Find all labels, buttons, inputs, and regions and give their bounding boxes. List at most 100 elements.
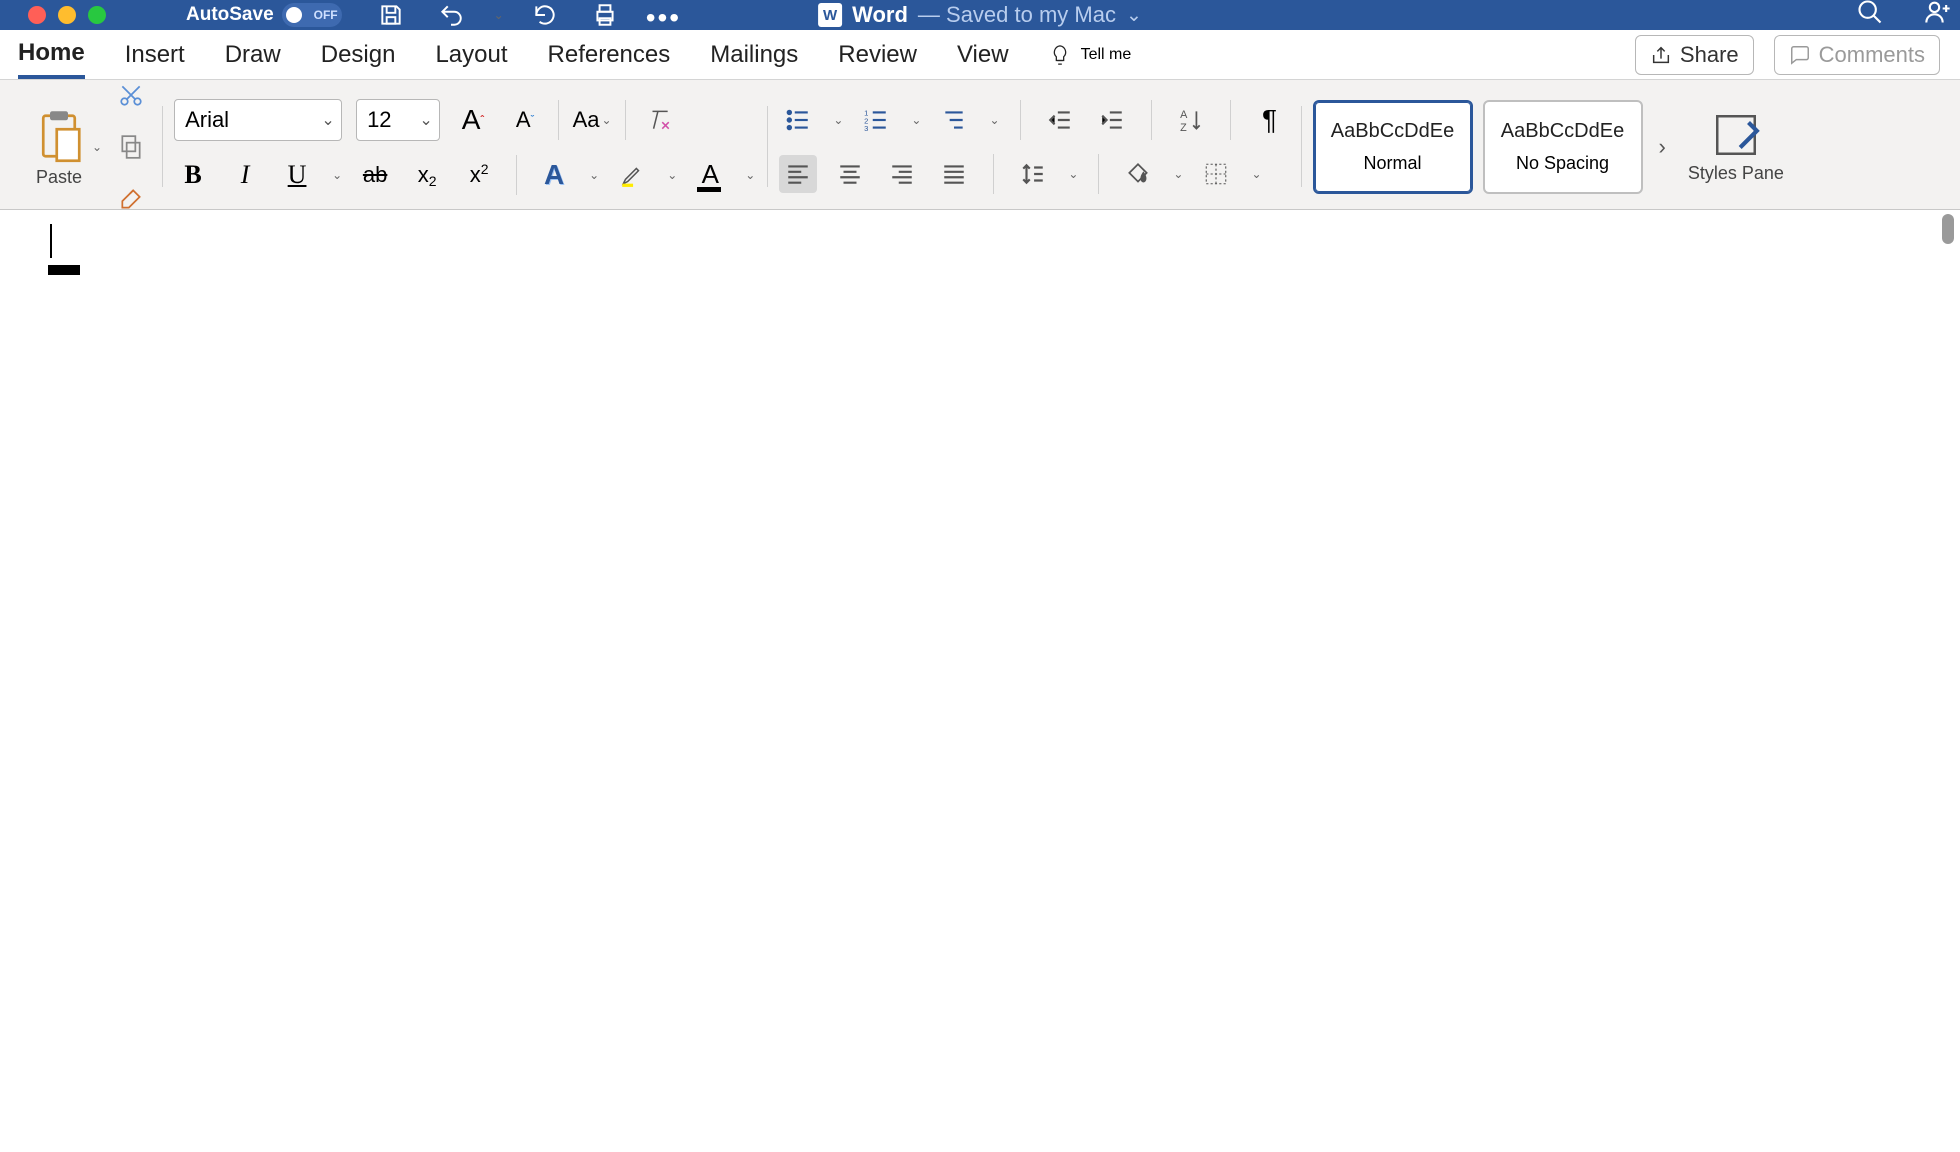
justify-button[interactable] <box>935 155 973 193</box>
tab-design[interactable]: Design <box>321 33 396 77</box>
account-icon[interactable] <box>1924 0 1952 32</box>
highlight-dropdown[interactable]: ⌄ <box>667 168 677 182</box>
cut-button[interactable] <box>112 76 150 114</box>
bold-button[interactable]: B <box>174 156 212 194</box>
group-styles: AaBbCcDdEe Normal AaBbCcDdEe No Spacing … <box>1301 88 1802 205</box>
titlebar-right <box>1856 0 1952 32</box>
close-window-button[interactable] <box>28 6 46 24</box>
underline-button[interactable]: U <box>278 156 316 194</box>
word-app-icon: W <box>818 3 842 27</box>
zoom-window-button[interactable] <box>88 6 106 24</box>
borders-button[interactable] <box>1197 155 1235 193</box>
align-left-button[interactable] <box>779 155 817 193</box>
change-case-button[interactable]: Aa⌄ <box>573 101 611 139</box>
ribbon: Paste ⌄ ⌄ ⌄ <box>0 80 1960 210</box>
font-size-dropdown[interactable]: ⌄ <box>413 110 439 130</box>
style-no-spacing[interactable]: AaBbCcDdEe No Spacing <box>1483 100 1643 194</box>
scrollbar-thumb[interactable] <box>1942 214 1954 244</box>
italic-button[interactable]: I <box>226 156 264 194</box>
tab-draw[interactable]: Draw <box>225 33 281 77</box>
minimize-window-button[interactable] <box>58 6 76 24</box>
subscript-button[interactable]: x2 <box>408 156 446 194</box>
decrease-indent-button[interactable] <box>1041 101 1079 139</box>
share-button[interactable]: Share <box>1635 35 1754 75</box>
title-dropdown[interactable]: ⌄ <box>1126 4 1142 27</box>
document-title: W Word — Saved to my Mac ⌄ <box>818 2 1142 28</box>
document-page[interactable] <box>0 210 1935 1152</box>
highlight-button[interactable] <box>613 156 651 194</box>
undo-dropdown[interactable]: ⌄ <box>494 8 504 22</box>
autosave-toggle[interactable]: AutoSave OFF <box>186 3 342 27</box>
titlebar: AutoSave OFF ⌄ ••• W Word — Saved to my … <box>0 0 1960 30</box>
style-name: No Spacing <box>1516 153 1609 174</box>
font-name-dropdown[interactable]: ⌄ <box>315 110 341 130</box>
styles-pane-label: Styles Pane <box>1688 164 1784 184</box>
increase-indent-button[interactable] <box>1093 101 1131 139</box>
styles-gallery-expand[interactable]: › <box>1653 134 1672 160</box>
line-spacing-dropdown[interactable]: ⌄ <box>1068 167 1078 181</box>
comments-button[interactable]: Comments <box>1774 35 1940 75</box>
multilevel-list-button[interactable] <box>935 101 973 139</box>
tab-home[interactable]: Home <box>18 31 85 79</box>
copy-button[interactable] <box>112 128 150 166</box>
sort-button[interactable]: AZ <box>1172 101 1210 139</box>
styles-pane-button[interactable]: Styles Pane <box>1682 110 1790 184</box>
align-right-button[interactable] <box>883 155 921 193</box>
text-effects-dropdown[interactable]: ⌄ <box>589 168 599 182</box>
paste-label: Paste <box>36 167 82 188</box>
redo-button[interactable] <box>526 0 564 34</box>
undo-button[interactable] <box>432 0 470 34</box>
font-color-dropdown[interactable]: ⌄ <box>745 168 755 182</box>
text-effects-button[interactable]: A <box>535 156 573 194</box>
cursor-indicator <box>48 265 80 275</box>
numbering-button[interactable]: 123 <box>857 101 895 139</box>
multilevel-dropdown[interactable]: ⌄ <box>989 113 999 127</box>
style-normal[interactable]: AaBbCcDdEe Normal <box>1313 100 1473 194</box>
align-center-button[interactable] <box>831 155 869 193</box>
font-name-input[interactable] <box>175 107 315 133</box>
vertical-scrollbar[interactable] <box>1940 214 1956 1148</box>
shading-button[interactable] <box>1119 155 1157 193</box>
numbering-dropdown[interactable]: ⌄ <box>911 113 921 127</box>
tab-references[interactable]: References <box>548 33 671 77</box>
svg-text:Z: Z <box>1180 121 1187 132</box>
share-label: Share <box>1680 42 1739 68</box>
tab-layout[interactable]: Layout <box>435 33 507 77</box>
tab-insert[interactable]: Insert <box>125 33 185 77</box>
ribbon-tabs: Home Insert Draw Design Layout Reference… <box>0 30 1960 80</box>
borders-dropdown[interactable]: ⌄ <box>1251 167 1261 181</box>
autosave-switch[interactable]: OFF <box>282 3 342 27</box>
save-button[interactable] <box>372 0 410 34</box>
quick-access-toolbar: ⌄ ••• <box>372 0 672 34</box>
font-size-combo[interactable]: ⌄ <box>356 99 440 141</box>
bullets-dropdown[interactable]: ⌄ <box>833 113 843 127</box>
clear-formatting-button[interactable] <box>640 101 678 139</box>
grow-font-button[interactable]: Aˆ <box>454 101 492 139</box>
paste-button[interactable]: Paste <box>28 105 90 188</box>
font-name-combo[interactable]: ⌄ <box>174 99 342 141</box>
text-cursor <box>50 224 52 258</box>
print-button[interactable] <box>586 0 624 34</box>
search-icon[interactable] <box>1856 0 1884 32</box>
style-name: Normal <box>1363 153 1421 174</box>
svg-text:A: A <box>1180 108 1188 120</box>
tell-me[interactable]: Tell me <box>1049 44 1132 66</box>
line-spacing-button[interactable] <box>1014 155 1052 193</box>
tab-view[interactable]: View <box>957 33 1009 77</box>
paste-dropdown[interactable]: ⌄ <box>92 140 102 154</box>
strikethrough-button[interactable]: ab <box>356 156 394 194</box>
shrink-font-button[interactable]: Aˇ <box>506 101 544 139</box>
group-font: ⌄ ⌄ Aˆ Aˇ Aa⌄ B I U ⌄ ab x2 <box>162 88 767 205</box>
shading-dropdown[interactable]: ⌄ <box>1173 167 1183 181</box>
underline-dropdown[interactable]: ⌄ <box>332 168 342 182</box>
font-color-button[interactable]: A <box>691 156 729 194</box>
show-paragraph-marks-button[interactable]: ¶ <box>1251 101 1289 139</box>
more-button[interactable]: ••• <box>646 2 672 28</box>
tab-review[interactable]: Review <box>838 33 917 77</box>
font-size-input[interactable] <box>357 107 413 133</box>
superscript-button[interactable]: x2 <box>460 156 498 194</box>
document-area <box>0 210 1960 1152</box>
bullets-button[interactable] <box>779 101 817 139</box>
tab-mailings[interactable]: Mailings <box>710 33 798 77</box>
toggle-knob <box>286 7 302 23</box>
